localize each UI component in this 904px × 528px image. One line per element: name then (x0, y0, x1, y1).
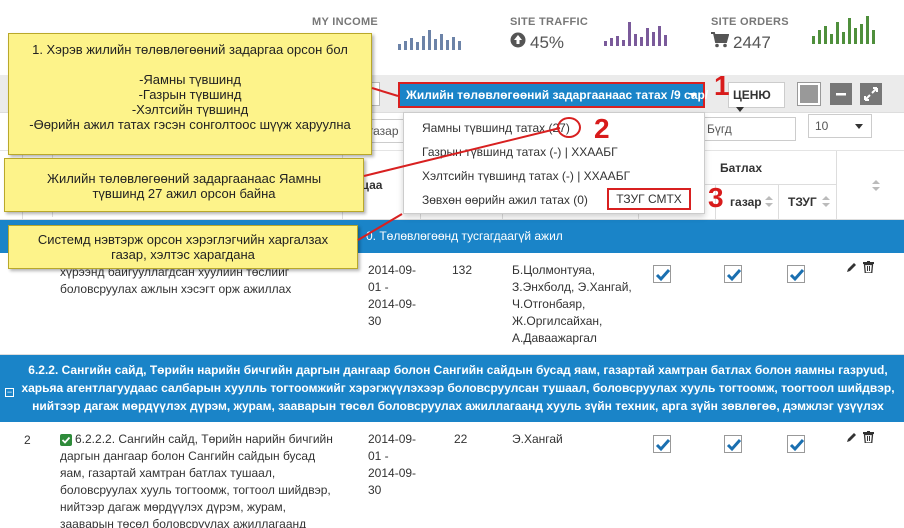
annotation-arrows (357, 87, 561, 241)
callout-number-2: 2 (594, 113, 610, 144)
callout-number-1: 1 (714, 70, 730, 101)
callout-number-3: 3 (708, 182, 724, 213)
